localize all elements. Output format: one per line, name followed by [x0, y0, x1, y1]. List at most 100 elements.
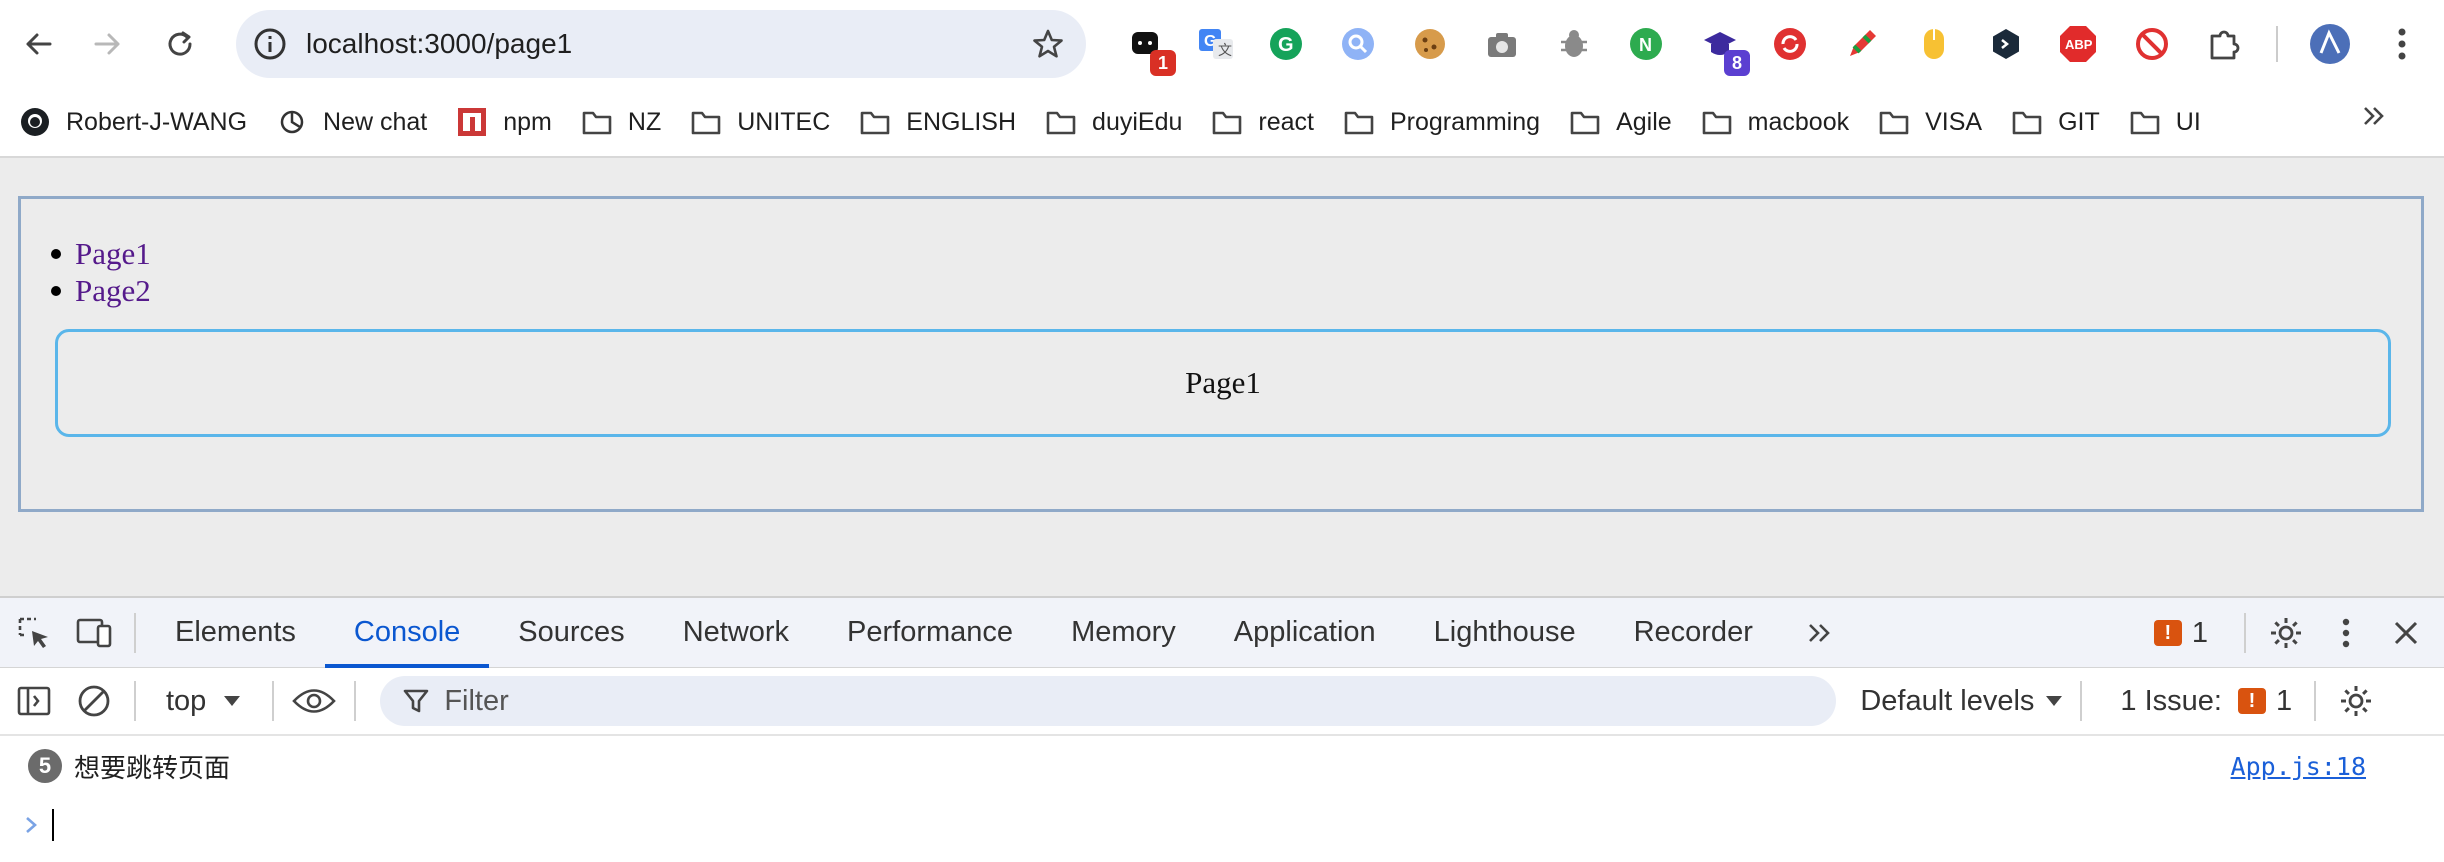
- bug-icon[interactable]: [1550, 20, 1598, 68]
- settings-gear-icon[interactable]: [2256, 603, 2316, 663]
- log-source-link[interactable]: App.js:18: [2231, 752, 2366, 781]
- profile-avatar-icon[interactable]: [2306, 20, 2354, 68]
- bookmark-folder-macbook[interactable]: macbook: [1688, 97, 1861, 147]
- back-button[interactable]: [8, 14, 68, 74]
- bookmark-folder-nz[interactable]: NZ: [568, 97, 673, 147]
- bookmark-folder-agile[interactable]: Agile: [1556, 97, 1684, 147]
- device-toolbar-icon[interactable]: [64, 603, 124, 663]
- folder-icon: [2010, 107, 2044, 137]
- bookmark-label: VISA: [1925, 107, 1983, 136]
- google-translate-icon[interactable]: G文: [1192, 20, 1240, 68]
- bookmark-label: duyiEdu: [1092, 107, 1183, 136]
- toolbar-divider: [2276, 26, 2278, 62]
- code-icon[interactable]: [1982, 20, 2030, 68]
- issues-count-button[interactable]: 1 Issue: ! 1: [2120, 685, 2292, 718]
- bookmark-folder-git[interactable]: GIT: [1998, 97, 2112, 147]
- console-settings-gear-icon[interactable]: [2326, 671, 2386, 731]
- bookmark-npm[interactable]: npm: [443, 97, 564, 147]
- bookmarks-overflow-icon[interactable]: [2360, 100, 2388, 139]
- folder-icon: [1568, 107, 1602, 137]
- bookmark-label: Robert-J-WANG: [66, 107, 248, 136]
- menu-kebab-icon[interactable]: [2378, 20, 2426, 68]
- filter-funnel-icon: [404, 689, 429, 713]
- abp-icon[interactable]: ABP: [2054, 20, 2102, 68]
- console-toolbar: top Filter Default levels 1 Issue: ! 1: [0, 668, 2444, 736]
- search-lens-icon[interactable]: [1334, 20, 1382, 68]
- more-tabs-icon[interactable]: [1790, 603, 1850, 663]
- url-text[interactable]: localhost:3000/page1: [306, 28, 1018, 60]
- log-levels-dropdown[interactable]: Default levels: [1860, 685, 2064, 718]
- bookmark-folder-english[interactable]: ENGLISH: [846, 97, 1028, 147]
- console-filter-input[interactable]: Filter: [380, 676, 1837, 726]
- tab-network[interactable]: Network: [654, 598, 818, 668]
- puzzle-icon[interactable]: [2200, 20, 2248, 68]
- tab-application[interactable]: Application: [1205, 598, 1405, 668]
- repeat-count-badge: 5: [28, 749, 62, 783]
- bookmark-label: macbook: [1747, 107, 1850, 136]
- devtools-tabbar: Elements Console Sources Network Perform…: [0, 598, 2444, 668]
- tab-memory[interactable]: Memory: [1042, 598, 1205, 668]
- live-expression-eye-icon[interactable]: [284, 671, 344, 731]
- inspect-element-icon[interactable]: [4, 603, 64, 663]
- graduation-cap-icon[interactable]: 8: [1696, 20, 1750, 76]
- folder-icon: [1700, 107, 1734, 137]
- tab-elements[interactable]: Elements: [146, 598, 325, 668]
- folder-icon: [858, 107, 892, 137]
- issues-indicator[interactable]: ! 1: [2153, 616, 2208, 650]
- bookmark-folder-duyiedu[interactable]: duyiEdu: [1032, 97, 1194, 147]
- forward-arrow-icon: [94, 33, 120, 55]
- bookmark-folder-visa[interactable]: VISA: [1865, 97, 1994, 147]
- bookmark-label: New chat: [323, 107, 428, 136]
- svg-text:G: G: [1278, 34, 1294, 56]
- node-icon[interactable]: N: [1622, 20, 1670, 68]
- tab-console[interactable]: Console: [324, 598, 490, 668]
- filter-placeholder: Filter: [444, 684, 509, 717]
- issues-indicator-count: 1: [2191, 616, 2208, 649]
- sync-icon[interactable]: [1766, 20, 1814, 68]
- console-divider: [2080, 681, 2083, 721]
- page1-link[interactable]: Page1: [75, 236, 151, 272]
- devtools-menu-icon[interactable]: [2316, 603, 2376, 663]
- forward-button[interactable]: [78, 14, 138, 74]
- clear-console-icon[interactable]: [64, 671, 124, 731]
- app-container: Page1 Page2 Page1: [18, 196, 2424, 512]
- folder-icon: [1877, 107, 1911, 137]
- page2-link[interactable]: Page2: [75, 273, 151, 309]
- nav-list-item: Page2: [51, 272, 151, 309]
- camera-icon[interactable]: [1478, 20, 1526, 68]
- console-prompt[interactable]: [0, 800, 2444, 850]
- chatgpt-ext-badge: 1: [1150, 50, 1176, 76]
- nav-link-list: Page1 Page2: [51, 235, 151, 309]
- bookmark-star-icon[interactable]: [1018, 14, 1078, 74]
- sidebar-toggle-icon[interactable]: [4, 671, 64, 731]
- address-bar[interactable]: localhost:3000/page1: [236, 10, 1086, 78]
- bookmark-folder-programming[interactable]: Programming: [1330, 97, 1552, 147]
- bookmark-robert-j-wang[interactable]: Robert-J-WANG: [6, 97, 259, 147]
- svg-text:N: N: [1639, 35, 1652, 55]
- svg-text:文: 文: [1218, 42, 1232, 58]
- tab-recorder[interactable]: Recorder: [1605, 598, 1782, 668]
- block-icon[interactable]: [2128, 20, 2176, 68]
- cookie-icon[interactable]: [1406, 20, 1454, 68]
- bookmark-folder-ui[interactable]: UI: [2116, 97, 2213, 147]
- site-info-icon[interactable]: [250, 24, 290, 64]
- reload-button[interactable]: [150, 14, 210, 74]
- folder-icon: [1044, 107, 1078, 137]
- log-message: 想要跳转页面: [74, 752, 231, 783]
- chatgpt-ext-icon[interactable]: 1: [1122, 20, 1176, 76]
- mouse-icon[interactable]: [1910, 20, 1958, 68]
- context-selector[interactable]: top: [146, 685, 262, 718]
- close-devtools-icon[interactable]: [2376, 603, 2436, 663]
- bookmark-folder-unitec[interactable]: UNITEC: [677, 97, 842, 147]
- bookmark-new-chat[interactable]: New chat: [263, 97, 439, 147]
- bookmark-folder-react[interactable]: react: [1198, 97, 1326, 147]
- tab-performance[interactable]: Performance: [818, 598, 1042, 668]
- pen-icon[interactable]: [1838, 20, 1886, 68]
- folder-icon: [2128, 107, 2162, 137]
- tab-lighthouse[interactable]: Lighthouse: [1405, 598, 1605, 668]
- bookmark-label: npm: [503, 107, 552, 136]
- grammarly-icon[interactable]: G: [1262, 20, 1310, 68]
- devtools-right-controls: ! 1: [2153, 598, 2444, 668]
- tab-sources[interactable]: Sources: [489, 598, 653, 668]
- dropdown-triangle-icon: [224, 696, 241, 706]
